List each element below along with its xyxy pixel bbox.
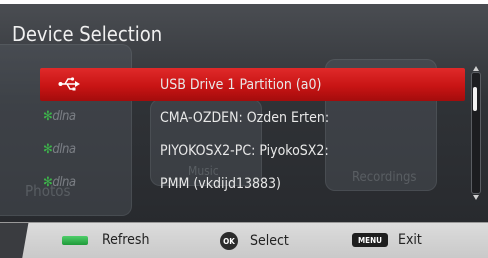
device-row-usb[interactable]: USB Drive 1 Partition (a0) <box>40 68 465 101</box>
select-hint[interactable]: OK Select <box>220 232 289 250</box>
select-label: Select <box>250 233 289 249</box>
device-label: PMM (vkdijd13883) <box>160 175 281 192</box>
dlna-icon: ✻dlna <box>43 175 76 190</box>
device-row-dlna[interactable]: ✻dlna CMA-OZDEN: Ozden Erten: <box>40 101 465 134</box>
usb-icon <box>58 77 80 91</box>
menu-key-icon: MENU <box>352 233 388 247</box>
scroll-up-arrow-icon[interactable] <box>473 66 479 71</box>
footer-hint-bar: Refresh OK Select MENU Exit <box>0 222 488 258</box>
device-label: PIYOKOSX2-PC: PiyokoSX2: <box>160 142 329 159</box>
exit-label: Exit <box>398 232 422 248</box>
device-icon-cell: ✻dlna <box>40 134 160 167</box>
device-icon-cell: ✻dlna <box>40 101 160 134</box>
device-row-dlna[interactable]: ✻dlna PMM (vkdijd13883) <box>40 167 465 200</box>
dialog-title: Device Selection <box>12 22 163 46</box>
green-key-icon <box>62 235 88 245</box>
device-list: USB Drive 1 Partition (a0) ✻dlna CMA-OZD… <box>40 68 465 200</box>
list-scrollbar[interactable] <box>471 66 481 200</box>
refresh-label: Refresh <box>102 232 150 248</box>
device-icon-cell: ✻dlna <box>40 167 160 200</box>
scroll-down-arrow-icon[interactable] <box>473 195 479 200</box>
dlna-icon: ✻dlna <box>43 142 76 157</box>
device-row-dlna[interactable]: ✻dlna PIYOKOSX2-PC: PiyokoSX2: <box>40 134 465 167</box>
footer-shade <box>0 223 45 258</box>
device-label: USB Drive 1 Partition (a0) <box>160 76 322 93</box>
scroll-thumb[interactable] <box>473 87 477 111</box>
refresh-hint[interactable]: Refresh <box>62 232 149 248</box>
device-icon-cell <box>40 68 160 101</box>
dlna-icon: ✻dlna <box>43 109 76 124</box>
exit-hint[interactable]: MENU Exit <box>352 232 422 248</box>
ok-key-icon: OK <box>220 232 238 250</box>
device-label: CMA-OZDEN: Ozden Erten: <box>160 109 330 126</box>
